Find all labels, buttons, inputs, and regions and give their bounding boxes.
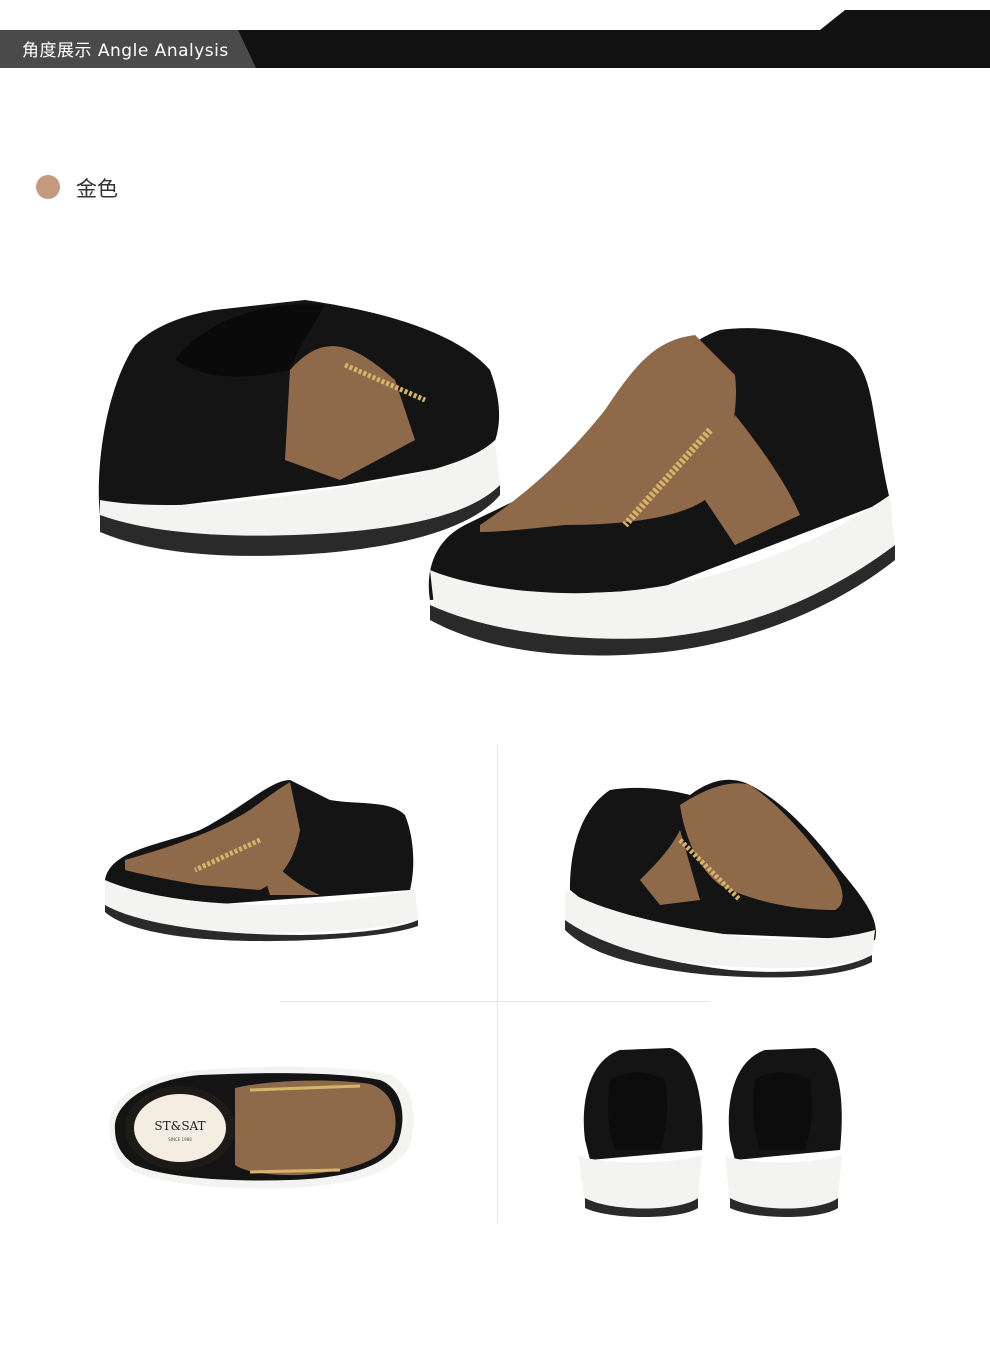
insole-brand-logo: ST&SAT [154, 1119, 205, 1133]
color-swatch[interactable] [36, 175, 60, 199]
grid-divider-horizontal [280, 1001, 710, 1002]
grid-divider-vertical [497, 745, 498, 1223]
three-quarter-view-photo [560, 770, 880, 980]
hero-photo [95, 270, 905, 670]
color-label: 金色 [76, 177, 118, 201]
header-banner: 角度展示 Angle Analysis [0, 0, 990, 70]
back-left-shoe [578, 1048, 703, 1217]
insole-brand-subtext: SINCE 1988 [168, 1137, 192, 1142]
section-title: 角度展示 Angle Analysis [22, 41, 229, 61]
shoe-back-image [98, 300, 500, 556]
back-right-shoe [725, 1048, 842, 1217]
top-view-photo: ST&SAT SINCE 1988 [100, 1060, 420, 1200]
side-view-photo [100, 770, 420, 950]
back-view-photo [570, 1040, 850, 1220]
